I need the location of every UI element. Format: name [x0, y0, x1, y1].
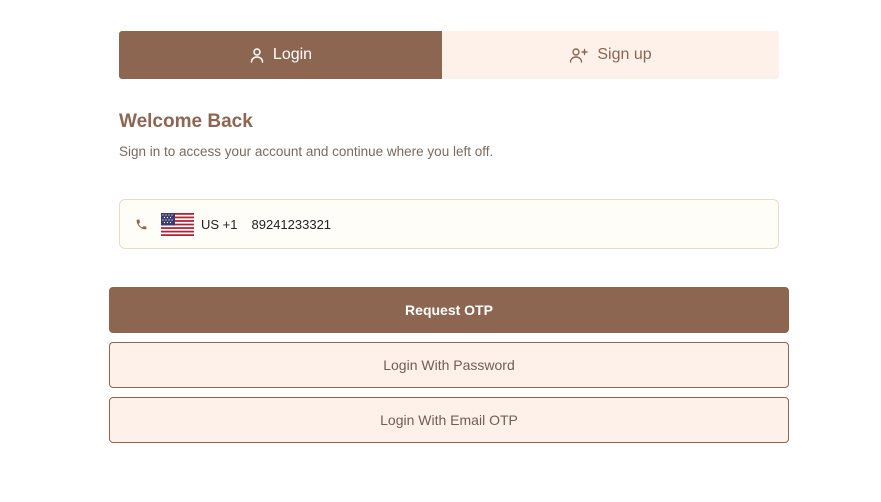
phone-number-input[interactable] [251, 216, 652, 232]
phone-icon [134, 217, 148, 231]
tab-login-label: Login [272, 46, 313, 63]
login-page: Login Sign up Welcome Back Sign in to ac… [0, 0, 881, 502]
user-icon [249, 47, 265, 63]
user-plus-icon [569, 47, 589, 63]
welcome-subtitle: Sign in to access your account and conti… [119, 144, 494, 159]
tab-signup[interactable]: Sign up [442, 31, 779, 79]
login-with-email-otp-button[interactable]: Login With Email OTP [109, 397, 789, 443]
auth-tabs: Login Sign up [119, 31, 779, 79]
phone-field[interactable]: US +1 [119, 199, 779, 249]
login-with-password-button[interactable]: Login With Password [109, 342, 789, 388]
tab-login[interactable]: Login [119, 31, 442, 79]
us-flag-icon[interactable] [161, 212, 194, 236]
tab-signup-label: Sign up [597, 46, 652, 63]
request-otp-button[interactable]: Request OTP [109, 287, 789, 333]
country-code-selector[interactable]: US +1 [201, 217, 238, 232]
welcome-title: Welcome Back [119, 111, 253, 132]
